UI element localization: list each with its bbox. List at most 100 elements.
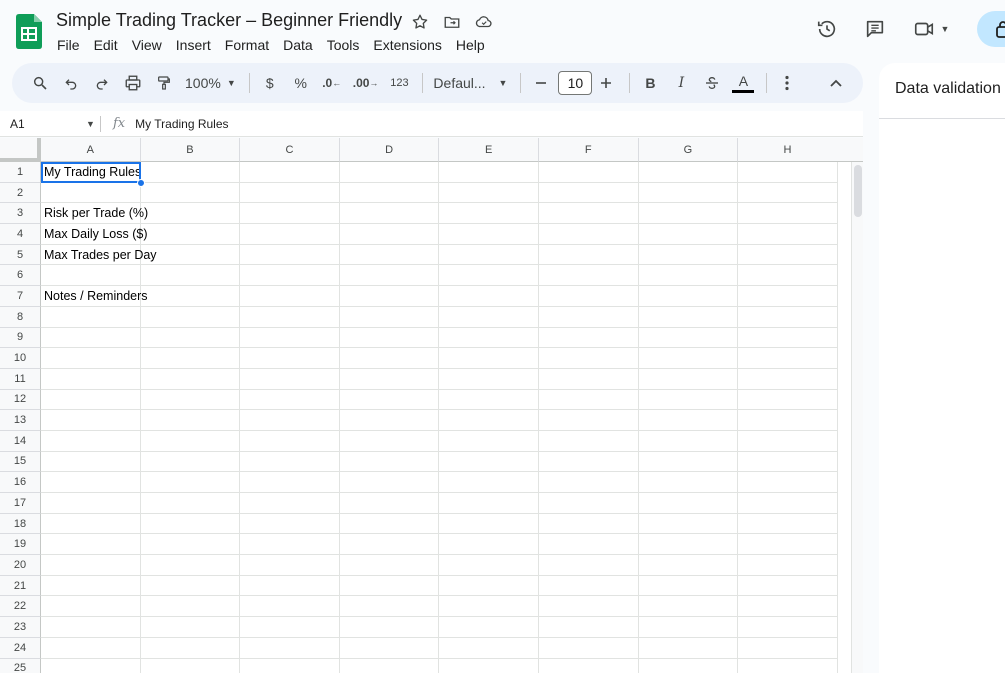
cell-e2[interactable] (439, 182, 539, 204)
column-header-b[interactable]: B (140, 138, 241, 162)
increase-font-size-icon[interactable] (592, 69, 620, 97)
cell-f12[interactable] (538, 389, 639, 411)
row-header-23[interactable]: 23 (0, 617, 41, 638)
cell-a1[interactable]: My Trading Rules (41, 162, 141, 183)
more-options-icon[interactable] (773, 69, 801, 97)
cell-f11[interactable] (538, 368, 639, 390)
cell-e14[interactable] (439, 430, 539, 452)
cell-c6[interactable] (240, 265, 340, 287)
cell-f21[interactable] (538, 575, 639, 597)
cell-g15[interactable] (638, 451, 739, 473)
cell-d1[interactable] (339, 162, 440, 183)
cell-h25[interactable] (738, 658, 838, 673)
cell-d2[interactable] (339, 182, 440, 204)
row-header-6[interactable]: 6 (0, 265, 41, 287)
cell-b18[interactable] (140, 513, 241, 535)
cell-c10[interactable] (240, 348, 340, 369)
row-header-18[interactable]: 18 (0, 513, 41, 535)
cell-g22[interactable] (638, 596, 739, 618)
row-header-7[interactable]: 7 (0, 286, 41, 307)
cell-g10[interactable] (638, 348, 739, 369)
cell-b6[interactable] (140, 265, 241, 287)
cell-g5[interactable] (638, 244, 739, 266)
menu-extensions[interactable]: Extensions (366, 35, 448, 55)
cell-h7[interactable] (738, 286, 838, 307)
cell-d20[interactable] (339, 555, 440, 576)
menu-edit[interactable]: Edit (87, 35, 125, 55)
cell-a12[interactable] (41, 389, 141, 411)
cell-h3[interactable] (738, 203, 838, 225)
star-icon[interactable] (410, 12, 430, 32)
cell-e7[interactable] (439, 286, 539, 307)
cell-h18[interactable] (738, 513, 838, 535)
version-history-icon[interactable] (810, 12, 844, 46)
cell-g8[interactable] (638, 306, 739, 328)
cell-b21[interactable] (140, 575, 241, 597)
row-header-22[interactable]: 22 (0, 596, 41, 618)
cell-e1[interactable] (439, 162, 539, 183)
menu-insert[interactable]: Insert (169, 35, 218, 55)
cell-e5[interactable] (439, 244, 539, 266)
cell-a22[interactable] (41, 596, 141, 618)
cell-c7[interactable] (240, 286, 340, 307)
cell-d23[interactable] (339, 617, 440, 638)
cell-f14[interactable] (538, 430, 639, 452)
cell-h4[interactable] (738, 224, 838, 245)
column-header-e[interactable]: E (439, 138, 539, 162)
cell-e24[interactable] (439, 637, 539, 659)
menu-format[interactable]: Format (218, 35, 276, 55)
cell-b22[interactable] (140, 596, 241, 618)
cell-c11[interactable] (240, 368, 340, 390)
row-header-1[interactable]: 1 (0, 162, 41, 183)
cell-f8[interactable] (538, 306, 639, 328)
cell-b11[interactable] (140, 368, 241, 390)
cell-b7[interactable] (140, 286, 241, 307)
cell-g13[interactable] (638, 410, 739, 431)
cell-c1[interactable] (240, 162, 340, 183)
cell-g9[interactable] (638, 327, 739, 349)
cell-a2[interactable] (41, 182, 141, 204)
cell-d8[interactable] (339, 306, 440, 328)
comments-icon[interactable] (858, 12, 892, 46)
cell-e13[interactable] (439, 410, 539, 431)
cell-a24[interactable] (41, 637, 141, 659)
search-menus-icon[interactable] (26, 69, 54, 97)
cell-f7[interactable] (538, 286, 639, 307)
cell-f2[interactable] (538, 182, 639, 204)
font-size-input[interactable]: 10 (558, 71, 593, 95)
cell-c24[interactable] (240, 637, 340, 659)
italic-button[interactable]: I (667, 69, 695, 97)
row-header-2[interactable]: 2 (0, 182, 41, 204)
row-header-24[interactable]: 24 (0, 637, 41, 659)
menu-view[interactable]: View (125, 35, 169, 55)
cell-h12[interactable] (738, 389, 838, 411)
cell-c14[interactable] (240, 430, 340, 452)
cell-a16[interactable] (41, 472, 141, 493)
cell-e17[interactable] (439, 493, 539, 514)
fill-handle[interactable] (137, 179, 145, 187)
cell-f20[interactable] (538, 555, 639, 576)
cell-b20[interactable] (140, 555, 241, 576)
format-percent-button[interactable]: % (287, 69, 315, 97)
cell-d4[interactable] (339, 224, 440, 245)
cell-h6[interactable] (738, 265, 838, 287)
cell-e21[interactable] (439, 575, 539, 597)
cell-c3[interactable] (240, 203, 340, 225)
cell-h8[interactable] (738, 306, 838, 328)
text-color-button[interactable]: A (729, 69, 757, 97)
cell-a13[interactable] (41, 410, 141, 431)
cell-a23[interactable] (41, 617, 141, 638)
cell-e11[interactable] (439, 368, 539, 390)
row-header-9[interactable]: 9 (0, 327, 41, 349)
document-title[interactable]: Simple Trading Tracker – Beginner Friend… (56, 10, 402, 31)
cell-g23[interactable] (638, 617, 739, 638)
decrease-font-size-icon[interactable] (527, 69, 555, 97)
cell-a14[interactable] (41, 430, 141, 452)
cell-d19[interactable] (339, 534, 440, 556)
cell-e4[interactable] (439, 224, 539, 245)
cell-g20[interactable] (638, 555, 739, 576)
cell-d7[interactable] (339, 286, 440, 307)
cell-h19[interactable] (738, 534, 838, 556)
row-header-16[interactable]: 16 (0, 472, 41, 493)
cell-h9[interactable] (738, 327, 838, 349)
